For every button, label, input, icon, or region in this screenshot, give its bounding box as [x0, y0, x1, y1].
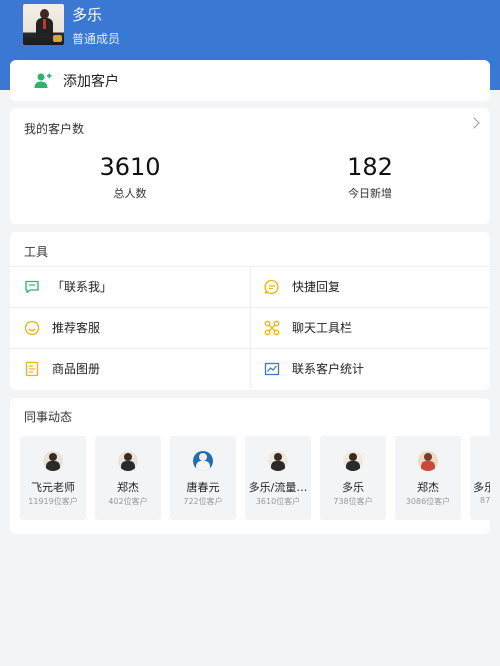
- colleague-card[interactable]: 唐春元 722位客户: [170, 436, 236, 520]
- chart-icon: [264, 362, 280, 376]
- avatar: [418, 451, 438, 471]
- colleague-name: 郑杰: [417, 481, 439, 494]
- today-label: 今日新增: [348, 187, 392, 200]
- tool-label: 联系客户统计: [292, 362, 365, 376]
- tool-contact-me[interactable]: 「联系我」: [10, 266, 250, 307]
- quick-reply-icon: [264, 279, 279, 295]
- user-role: 普通成员: [72, 32, 121, 46]
- colleague-card[interactable]: 多乐 738位客户: [320, 436, 386, 520]
- colleague-count: 722位客户: [183, 497, 223, 506]
- colleague-card[interactable]: 郑杰 3086位客户: [395, 436, 461, 520]
- avatar: [343, 451, 363, 471]
- smiley-icon: [24, 320, 40, 336]
- total-stat: 3610 总人数: [10, 152, 250, 201]
- avatar: [193, 451, 213, 471]
- add-customer-button[interactable]: 添加客户: [10, 60, 490, 101]
- colleague-name: 郑杰: [117, 481, 139, 494]
- total-label: 总人数: [113, 187, 147, 200]
- colleague-card[interactable]: 多乐/流量… 3610位客户: [245, 436, 311, 520]
- tools-title: 工具: [24, 245, 49, 259]
- colleague-count: 402位客户: [108, 497, 148, 506]
- add-user-icon: [34, 73, 52, 88]
- colleague-name: 唐春元: [186, 481, 220, 494]
- user-avatar[interactable]: [23, 4, 64, 45]
- customer-count-title: 我的客户数: [24, 122, 85, 136]
- tool-label: 快捷回复: [292, 280, 341, 294]
- tool-quick-reply[interactable]: 快捷回复: [250, 266, 490, 307]
- colleague-name: 多乐: [342, 481, 364, 494]
- avatar: [43, 451, 63, 471]
- colleague-card[interactable]: 多乐 87: [470, 436, 490, 520]
- colleague-name: 多乐/流量…: [248, 481, 308, 494]
- document-icon: [25, 361, 39, 377]
- colleague-card[interactable]: 郑杰 402位客户: [95, 436, 161, 520]
- toolbar-icon: [264, 320, 280, 336]
- add-customer-label: 添加客户: [63, 74, 119, 90]
- avatar: [268, 451, 288, 471]
- colleague-name: 飞元老师: [31, 481, 75, 494]
- tool-recommend-service[interactable]: 推荐客服: [10, 307, 250, 348]
- colleague-count: 3610位客户: [255, 497, 301, 506]
- user-name: 多乐: [72, 6, 103, 24]
- team-activity-card: 同事动态 飞元老师 11919位客户 郑杰 402位客户 唐春元 722位客户 …: [10, 398, 490, 534]
- today-count: 182: [347, 153, 393, 181]
- tool-label: 「联系我」: [52, 280, 113, 294]
- tools-card: 工具 「联系我」 快捷回复 推荐客服 聊天工具栏 商品图册 联系客户统计: [10, 232, 490, 390]
- colleague-name: 多乐: [473, 481, 490, 494]
- tool-product-catalog[interactable]: 商品图册: [10, 348, 250, 389]
- colleague-count: 3086位客户: [405, 497, 451, 506]
- colleague-count: 87: [480, 496, 490, 505]
- tool-label: 商品图册: [52, 362, 101, 376]
- customer-count-card[interactable]: 我的客户数 3610 总人数 182 今日新增: [10, 108, 490, 224]
- colleague-count: 11919位客户: [28, 497, 78, 506]
- tool-chat-toolbar[interactable]: 聊天工具栏: [250, 307, 490, 348]
- chat-bubble-icon: [25, 280, 39, 294]
- tool-label: 推荐客服: [52, 321, 101, 335]
- team-title: 同事动态: [24, 410, 73, 424]
- total-count: 3610: [99, 153, 161, 181]
- chevron-right-icon[interactable]: [468, 117, 480, 129]
- colleague-count: 738位客户: [333, 497, 373, 506]
- tool-label: 聊天工具栏: [292, 321, 353, 335]
- colleague-card[interactable]: 飞元老师 11919位客户: [20, 436, 86, 520]
- avatar: [118, 451, 138, 471]
- tool-contact-stats[interactable]: 联系客户统计: [250, 348, 490, 389]
- today-stat: 182 今日新增: [250, 152, 490, 201]
